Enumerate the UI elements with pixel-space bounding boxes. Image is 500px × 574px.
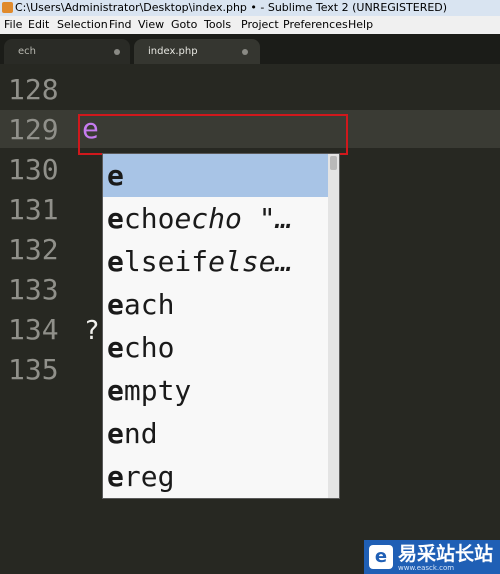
match-text: e xyxy=(107,417,124,450)
autocomplete-item[interactable]: echo xyxy=(103,326,329,369)
editor-pane[interactable]: 128 129 130 131 132 133 134 135 e ? e ec… xyxy=(0,64,500,574)
watermark-text: 易采站长站 xyxy=(398,543,494,565)
match-text: e xyxy=(107,202,124,235)
menu-project[interactable]: Project xyxy=(239,16,281,34)
line-number: 133 xyxy=(8,273,59,306)
scrollbar-thumb[interactable] xyxy=(330,156,337,170)
site-watermark: e 易采站长站 www.easck.com xyxy=(364,540,500,574)
line-number: 128 xyxy=(8,73,59,106)
completion-text: reg xyxy=(123,460,175,493)
menu-file[interactable]: File xyxy=(2,16,24,34)
match-text: e xyxy=(107,288,124,321)
menu-edit[interactable]: Edit xyxy=(26,16,51,34)
annotation-highlight-box xyxy=(78,114,348,155)
menu-bar: File Edit Selection Find View Goto Tools… xyxy=(0,16,500,34)
title-bar: C:\Users\Administrator\Desktop\index.php… xyxy=(0,0,500,16)
sublime-app-icon xyxy=(2,2,13,13)
autocomplete-item[interactable]: echoecho "… xyxy=(103,197,329,240)
match-text: e xyxy=(107,159,124,192)
line-number: 131 xyxy=(8,193,59,226)
tab-bar: ech index.php xyxy=(0,34,500,64)
completion-text: lseif xyxy=(123,245,209,278)
tab-label: index.php xyxy=(148,46,198,57)
menu-selection[interactable]: Selection xyxy=(55,16,110,34)
line-number: 132 xyxy=(8,233,59,266)
menu-view[interactable]: View xyxy=(136,16,166,34)
modified-dot-icon[interactable] xyxy=(114,49,120,55)
autocomplete-item[interactable]: ereg xyxy=(103,455,329,498)
line-number: 130 xyxy=(8,153,59,186)
completion-text: cho xyxy=(123,331,175,364)
tab-index-php[interactable]: index.php xyxy=(134,39,260,64)
autocomplete-item[interactable]: e xyxy=(103,154,329,197)
autocomplete-popup[interactable]: e echoecho "… elseifelse… each echo empt… xyxy=(102,153,340,499)
menu-preferences[interactable]: Preferences xyxy=(281,16,350,34)
menu-goto[interactable]: Goto xyxy=(169,16,199,34)
autocomplete-item[interactable]: each xyxy=(103,283,329,326)
modified-dot-icon[interactable] xyxy=(242,49,248,55)
autocomplete-item[interactable]: empty xyxy=(103,369,329,412)
watermark-url: www.easck.com xyxy=(398,564,455,572)
autocomplete-item[interactable]: end xyxy=(103,412,329,455)
window-title: C:\Users\Administrator\Desktop\index.php… xyxy=(15,1,448,14)
tab-label: ech xyxy=(18,46,36,57)
completion-hint: echo "… xyxy=(174,202,293,235)
easck-logo-icon: e xyxy=(369,545,393,569)
match-text: e xyxy=(107,374,124,407)
match-text: e xyxy=(107,245,124,278)
match-text: e xyxy=(107,460,124,493)
line-number: 134 xyxy=(8,313,59,346)
menu-help[interactable]: Help xyxy=(346,16,375,34)
menu-tools[interactable]: Tools xyxy=(202,16,233,34)
line-number: 135 xyxy=(8,353,59,386)
completion-text: cho xyxy=(123,202,175,235)
menu-find[interactable]: Find xyxy=(107,16,134,34)
completion-text: mpty xyxy=(123,374,192,407)
tab-ech[interactable]: ech xyxy=(4,39,130,64)
code-text[interactable]: ? xyxy=(84,311,100,351)
autocomplete-item[interactable]: elseifelse… xyxy=(103,240,329,283)
match-text: e xyxy=(107,331,124,364)
line-number: 129 xyxy=(8,113,59,146)
completion-hint: else… xyxy=(208,245,293,278)
autocomplete-scrollbar[interactable] xyxy=(328,154,339,498)
completion-text: ach xyxy=(123,288,175,321)
completion-text: nd xyxy=(123,417,158,450)
